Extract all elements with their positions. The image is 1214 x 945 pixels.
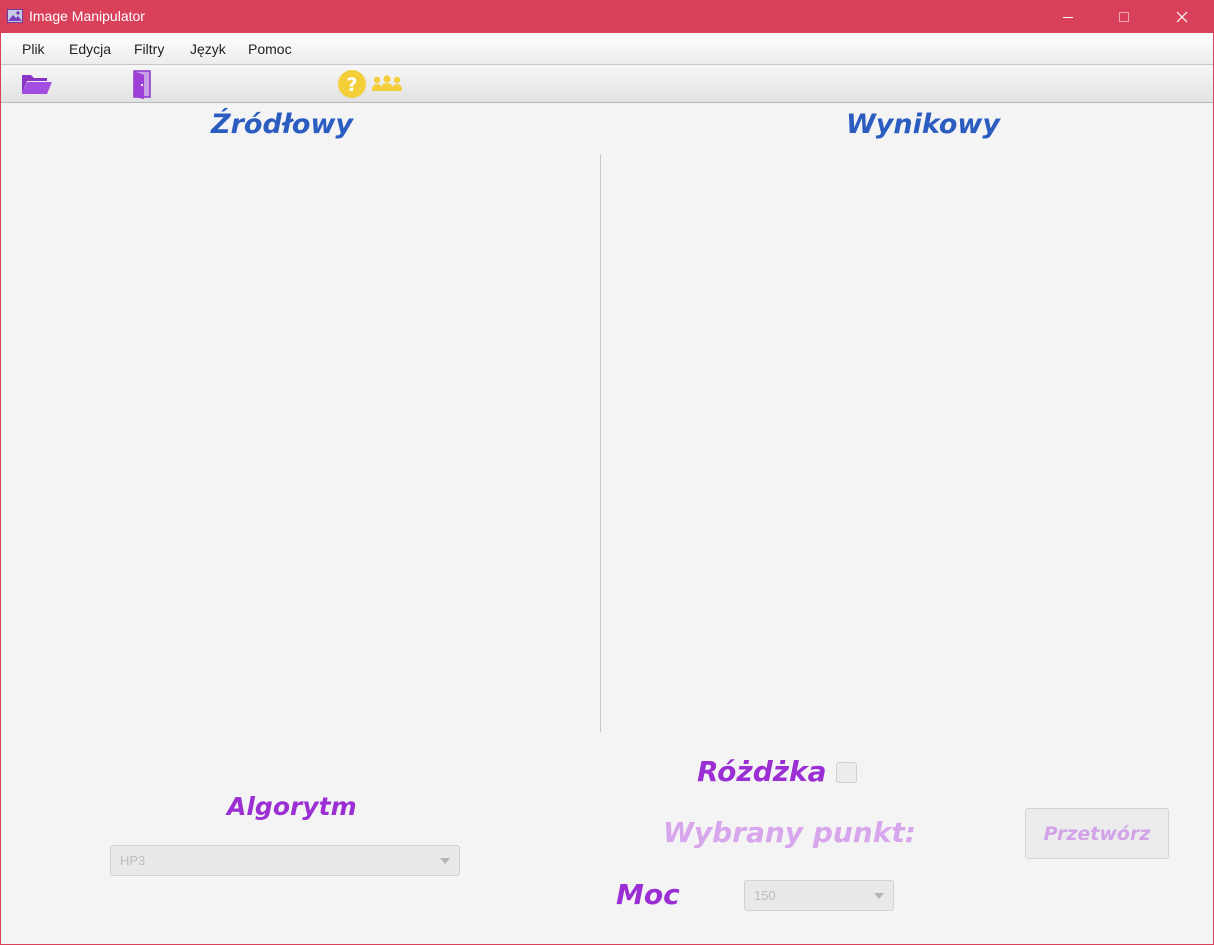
title-bar[interactable]: Image Manipulator — [1, 1, 1213, 33]
power-select-value: 150 — [754, 888, 776, 903]
menu-filtry[interactable]: Filtry — [134, 41, 164, 57]
selected-point-label: Wybrany punkt: — [663, 816, 916, 849]
algorithm-select[interactable]: HP3 — [110, 845, 460, 876]
algorithm-label: Algorytm — [227, 792, 357, 821]
maximize-icon — [1119, 12, 1129, 22]
power-label: Moc — [616, 878, 680, 911]
power-select[interactable]: 150 — [744, 880, 894, 911]
close-button[interactable] — [1159, 1, 1205, 33]
menu-plik[interactable]: Plik — [22, 41, 45, 57]
help-button[interactable]: ? — [336, 69, 368, 99]
app-icon — [7, 9, 23, 23]
exit-button[interactable] — [129, 69, 153, 99]
algorithm-select-value: HP3 — [120, 853, 146, 868]
maximize-button[interactable] — [1101, 1, 1147, 33]
process-button[interactable]: Przetwórz — [1025, 808, 1169, 859]
close-icon — [1176, 11, 1188, 23]
chevron-down-icon — [874, 893, 884, 899]
minimize-button[interactable] — [1045, 1, 1091, 33]
menu-edycja[interactable]: Edycja — [69, 41, 111, 57]
app-window: Image Manipulator Plik Edycja Filtry Jęz… — [0, 0, 1214, 945]
wand-checkbox[interactable] — [836, 762, 857, 783]
svg-text:?: ? — [346, 74, 357, 96]
authors-button[interactable] — [371, 69, 403, 99]
source-panel-title: Źródłowy — [211, 109, 353, 140]
menu-pomoc[interactable]: Pomoc — [248, 41, 292, 57]
result-panel-title: Wynikowy — [846, 109, 1000, 140]
help-icon: ? — [338, 70, 366, 98]
menu-jezyk[interactable]: Język — [190, 41, 226, 57]
menu-bar: Plik Edycja Filtry Język Pomoc — [1, 33, 1213, 65]
authors-icon — [372, 75, 402, 91]
window-title: Image Manipulator — [29, 8, 145, 24]
panel-divider — [600, 154, 601, 732]
open-folder-icon — [22, 75, 52, 94]
open-folder-button[interactable] — [21, 69, 53, 99]
chevron-down-icon — [440, 858, 450, 864]
exit-door-icon — [133, 70, 151, 99]
toolbar: ? — [1, 65, 1213, 103]
minimize-icon — [1063, 17, 1073, 18]
wand-label: Różdżka — [697, 755, 827, 788]
